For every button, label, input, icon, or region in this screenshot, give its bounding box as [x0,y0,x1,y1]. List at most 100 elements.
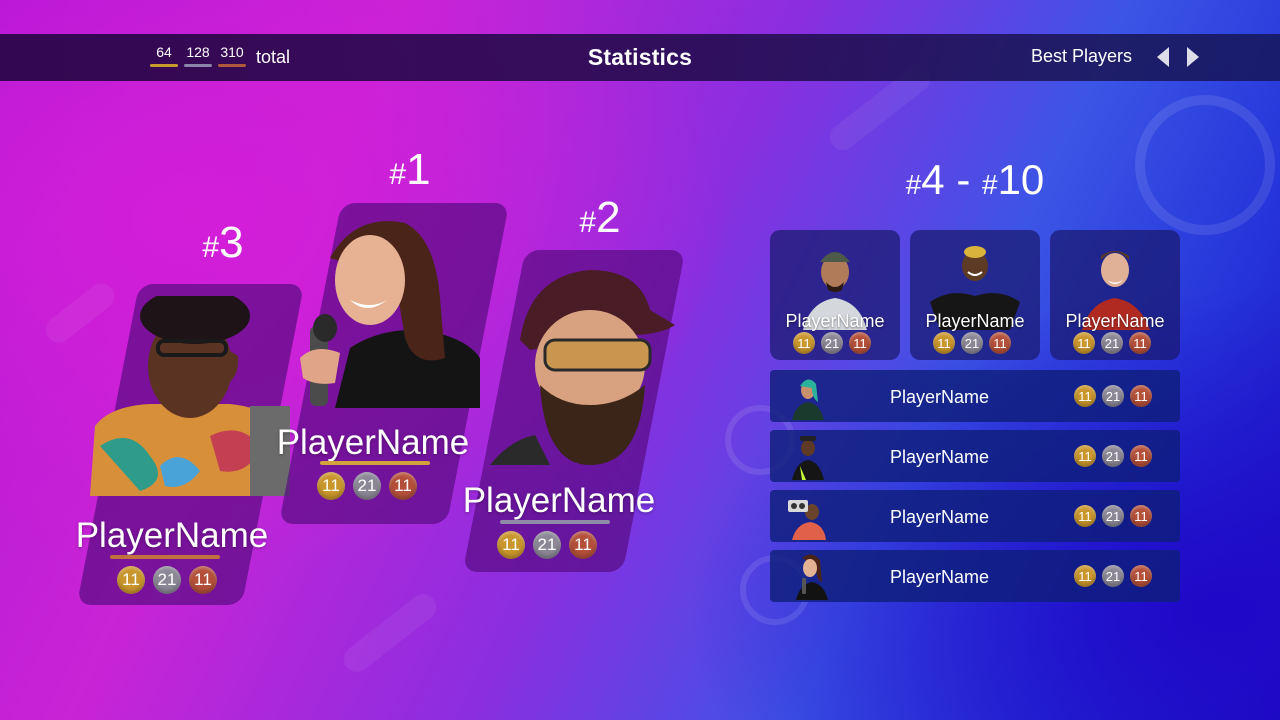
player-name-1[interactable]: PlayerName [243,423,503,463]
bronze-medal: 11 [1130,505,1152,527]
rank-hash: # [905,169,922,200]
gold-medal: 11 [497,531,525,559]
medal-counts-3: 11 21 11 [117,566,217,594]
rank-2-label: #2 [540,193,660,243]
silver-medal: 21 [1102,445,1124,467]
silver-medal: 21 [1102,505,1124,527]
range-from: 4 [921,156,945,203]
medal-counts: 11 21 11 [1074,385,1152,407]
bronze-medal: 11 [1130,385,1152,407]
avatar [90,296,290,496]
totals-summary: 64 128 310 total [150,44,290,68]
next-category-button[interactable] [1187,47,1199,67]
player-name: PlayerName [925,311,1025,331]
player-portrait-1 [295,218,480,408]
avatar [786,432,830,480]
rank-hash: # [389,158,407,191]
silver-medal: 21 [961,332,983,354]
player-name: PlayerName [1065,311,1165,331]
silver-medal: 21 [533,531,561,559]
player-name: PlayerName [890,507,990,527]
rank-number: 2 [596,193,621,242]
background-ring [1135,95,1275,235]
player-tile-6[interactable]: PlayerName 11 21 11 [1050,230,1180,360]
bronze-bar [218,64,246,67]
gold-medal: 11 [317,472,345,500]
gold-medal: 11 [1074,385,1096,407]
background-streak [338,588,442,678]
player-name: PlayerName [890,567,990,587]
avatar [786,552,830,600]
medal-counts: 11 21 11 [1074,445,1152,467]
rank-range-label: #4 - #10 [870,156,1080,204]
gold-medal: 11 [117,566,145,594]
player-portrait-3 [90,296,290,496]
rank-hash: # [981,169,998,200]
player-tile-4[interactable]: PlayerName 11 21 11 [770,230,900,360]
player-portrait-2 [490,265,685,465]
total-bronze: 310 [218,44,246,67]
gold-medal: 11 [1074,565,1096,587]
player-name: PlayerName [890,387,990,407]
avatar [786,372,830,420]
total-bronze-value: 310 [220,44,244,60]
gold-medal: 11 [793,332,815,354]
medal-counts: 11 21 11 [1074,505,1152,527]
bronze-medal: 11 [1130,565,1152,587]
gold-medal: 11 [1074,505,1096,527]
medal-counts: 11 21 11 [933,332,1011,354]
medal-counts: 11 21 11 [793,332,871,354]
total-gold: 64 [150,44,178,67]
previous-category-button[interactable] [1157,47,1169,67]
medal-counts-2: 11 21 11 [497,531,597,559]
gold-medal: 11 [1073,332,1095,354]
medal-counts: 11 21 11 [1073,332,1151,354]
total-label: total [256,47,291,67]
rank-1-label: #1 [350,145,470,195]
silver-medal: 21 [1101,332,1123,354]
rank-3-label: #3 [163,218,283,268]
gold-medal: 11 [933,332,955,354]
player-row-9[interactable]: PlayerName 11 21 11 [770,490,1180,542]
gold-bar [150,64,178,67]
range-separator: - [944,156,982,203]
category-label: Best Players [1030,46,1132,66]
bronze-medal: 11 [569,531,597,559]
bronze-medal: 11 [849,332,871,354]
player-row-7[interactable]: PlayerName 11 21 11 [770,370,1180,422]
bronze-medal: 11 [989,332,1011,354]
name-underline-3 [110,555,220,559]
rank-hash: # [202,231,220,264]
player-name: PlayerName [785,311,885,331]
silver-medal: 21 [353,472,381,500]
player-name-3[interactable]: PlayerName [42,516,302,556]
player-row-10[interactable]: PlayerName 11 21 11 [770,550,1180,602]
avatar [786,492,830,540]
total-silver: 128 [184,44,212,67]
total-silver-value: 128 [186,44,210,60]
total-gold-value: 64 [156,44,172,60]
player-name: PlayerName [890,447,990,467]
gold-medal: 11 [1074,445,1096,467]
silver-medal: 21 [821,332,843,354]
range-to: 10 [997,156,1045,203]
silver-medal: 21 [1102,565,1124,587]
silver-medal: 21 [153,566,181,594]
avatar [490,270,675,465]
silver-medal: 21 [1102,385,1124,407]
player-name-2[interactable]: PlayerName [429,481,689,521]
name-underline-1 [320,461,430,465]
bronze-medal: 11 [389,472,417,500]
rank-number: 3 [219,218,244,267]
avatar [300,221,480,408]
bronze-medal: 11 [1129,332,1151,354]
medal-counts: 11 21 11 [1074,565,1152,587]
bronze-medal: 11 [189,566,217,594]
silver-bar [184,64,212,67]
medal-counts-1: 11 21 11 [317,472,417,500]
player-tile-5[interactable]: PlayerName 11 21 11 [910,230,1040,360]
player-row-8[interactable]: PlayerName 11 21 11 [770,430,1180,482]
name-underline-2 [500,520,610,524]
top-bar: 64 128 310 total Statistics Best Players [0,34,1280,81]
rank-number: 1 [406,145,431,194]
